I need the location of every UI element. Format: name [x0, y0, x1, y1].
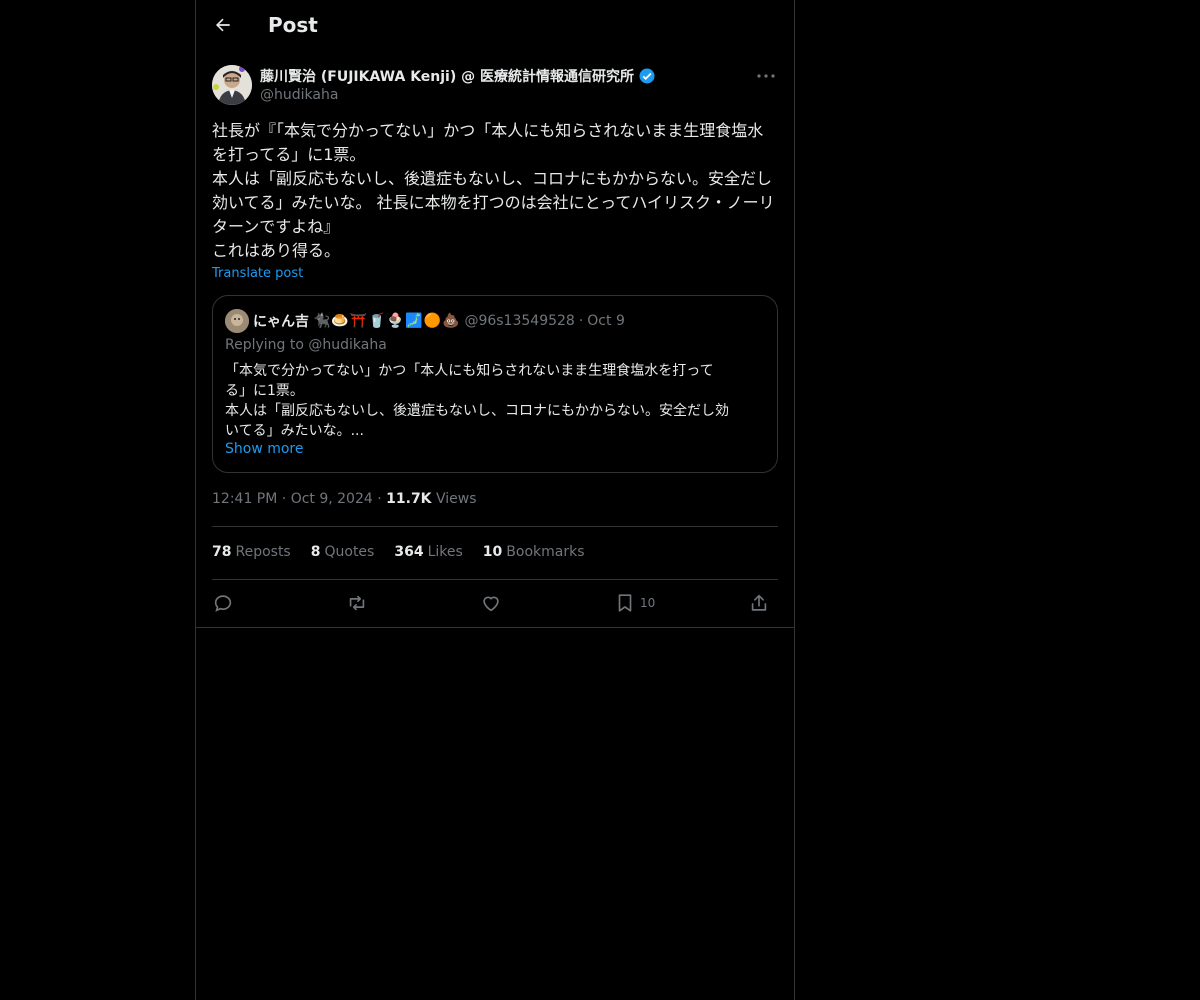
bookmark-count: 10 [640, 596, 656, 610]
reply-icon [214, 595, 232, 612]
translate-post-link[interactable]: Translate post [212, 266, 303, 281]
post-text-line: これはあり得る。 [212, 241, 341, 260]
more-options-button[interactable] [754, 66, 778, 86]
quotes-stat[interactable]: 8 Quotes [311, 544, 375, 560]
share-icon [751, 594, 767, 611]
views-label: Views [435, 491, 477, 507]
heart-icon [483, 596, 499, 612]
divider [196, 627, 794, 628]
post-header: Post [196, 0, 794, 53]
action-bar: 10 [212, 590, 778, 616]
quoted-avatar [225, 309, 249, 333]
post-column: Post 藤川賢治 (FUJIKAWA Kenji) @ 医療統計情報通信研究所 [195, 0, 795, 1000]
quoted-post-text: 「本気で分かってない」かつ「本人にも知らされないまま生理食塩水を打って る」に1… [225, 361, 767, 441]
post-stats: 78 Reposts 8 Quotes 364 Likes 10 Bookmarks [212, 544, 585, 560]
arrow-left-icon [216, 18, 230, 32]
reposts-stat[interactable]: 78 Reposts [212, 544, 291, 560]
quoted-text-line: いてる」みたいな。... [225, 423, 364, 439]
author-name[interactable]: 藤川賢治 (FUJIKAWA Kenji) @ 医療統計情報通信研究所 [260, 66, 634, 86]
repost-button[interactable] [346, 592, 368, 614]
like-button[interactable] [480, 592, 502, 614]
more-icon [757, 74, 775, 78]
post-text: 社長が『「本気で分かってない」かつ「本人にも知らされないまま生理食塩水を打ってる… [212, 119, 778, 263]
reply-button[interactable] [212, 592, 234, 614]
post-text-line: 本人は「副反応もないし、後遺症もないし、コロナにもかからない。安全だし効いてる」… [212, 169, 775, 236]
quoted-text-line: 「本気で分かってない」かつ「本人にも知らされないまま生理食塩水を打って [225, 363, 714, 379]
page-title: Post [268, 13, 318, 37]
quoted-post-date: Oct 9 [587, 313, 625, 329]
share-button[interactable] [748, 592, 770, 614]
post-text-line: 社長が『「本気で分かってない」かつ「本人にも知らされないまま生理食塩水を打ってる… [212, 121, 764, 164]
divider [212, 526, 778, 527]
quoted-post[interactable]: にゃん吉 🐈‍⬛🍮⛩️🥤🍨🗾🟠💩 @96s13549528 · Oct 9 Re… [212, 295, 778, 473]
quoted-text-line: る」に1票。 [225, 383, 304, 399]
post-date[interactable]: Oct 9, 2024 [291, 491, 373, 507]
back-button[interactable] [206, 8, 240, 42]
show-more-link[interactable]: Show more [225, 441, 304, 457]
quoted-text-line: 本人は「副反応もないし、後遺症もないし、コロナにもかからない。安全だし効 [225, 403, 729, 419]
bookmarks-stat[interactable]: 10 Bookmarks [483, 544, 585, 560]
verified-badge-icon [639, 68, 655, 84]
likes-stat[interactable]: 364 Likes [394, 544, 462, 560]
post-author: 藤川賢治 (FUJIKAWA Kenji) @ 医療統計情報通信研究所 @hud… [212, 64, 778, 108]
separator-dot: · [578, 313, 584, 329]
repost-icon [349, 595, 365, 611]
quoted-author-emoji: 🐈‍⬛🍮⛩️🥤🍨🗾🟠💩 [313, 313, 461, 329]
quoted-author-name: にゃん吉 [253, 314, 309, 330]
quoted-post-header: にゃん吉 🐈‍⬛🍮⛩️🥤🍨🗾🟠💩 @96s13549528 · Oct 9 [225, 309, 625, 333]
post-time[interactable]: 12:41 PM [212, 491, 277, 507]
post-meta: 12:41 PM · Oct 9, 2024 · 11.7K Views [212, 491, 477, 507]
bookmark-button[interactable]: 10 [614, 592, 655, 614]
views-count: 11.7K [386, 491, 432, 507]
replying-to: Replying to @hudikaha [225, 337, 387, 353]
avatar[interactable] [212, 65, 252, 105]
author-handle[interactable]: @hudikaha [260, 87, 338, 103]
divider [212, 579, 778, 580]
bookmark-icon [618, 594, 632, 612]
name-row: 藤川賢治 (FUJIKAWA Kenji) @ 医療統計情報通信研究所 [260, 66, 656, 86]
quoted-author-handle: @96s13549528 [464, 313, 575, 329]
